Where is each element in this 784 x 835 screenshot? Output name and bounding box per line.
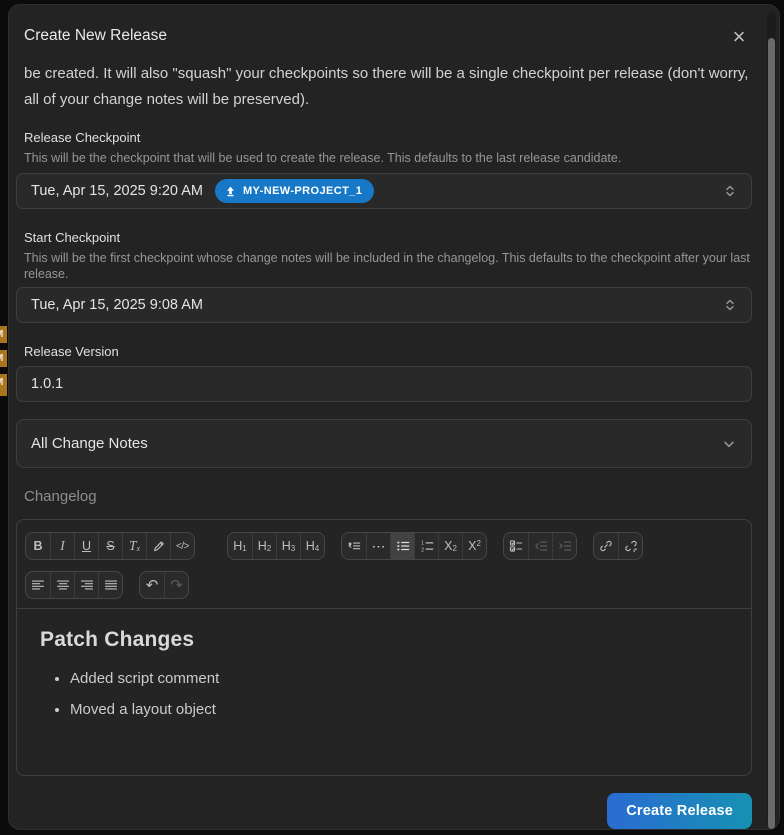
release-arrow-icon <box>224 185 237 198</box>
italic-button[interactable]: I <box>50 533 74 559</box>
changelog-list: Added script comment Moved a layout obje… <box>40 669 729 720</box>
text-format-group: B I U S Tx </> <box>25 532 195 560</box>
dialog-footer: Create Release <box>16 793 752 829</box>
editor-toolbar: B I U S Tx </> H1 H2 H3 <box>17 520 751 608</box>
link-group <box>593 532 643 560</box>
start-checkpoint-select[interactable]: Tue, Apr 15, 2025 9:08 AM <box>16 287 752 323</box>
subscript-button[interactable]: X2 <box>438 533 462 559</box>
heading-4-button[interactable]: H4 <box>300 533 324 559</box>
align-right-icon <box>80 578 94 592</box>
release-checkpoint-description: This will be the checkpoint that will be… <box>16 150 752 166</box>
history-group: ↶ ↷ <box>139 571 189 599</box>
svg-text:1: 1 <box>421 541 424 547</box>
background-badge-fragment: M <box>0 326 7 343</box>
changelog-editor: B I U S Tx </> H1 H2 H3 <box>16 519 752 776</box>
undo-button[interactable]: ↶ <box>140 572 164 598</box>
bullet-list-icon <box>396 539 410 553</box>
svg-text:2: 2 <box>421 547 424 553</box>
horizontal-rule-button[interactable]: ⋯ <box>366 533 390 559</box>
align-center-button[interactable] <box>50 572 74 598</box>
align-left-icon <box>31 578 45 592</box>
ordered-list-icon: 1 2 <box>420 539 434 553</box>
pen-icon <box>152 539 166 553</box>
block-format-group: ⋯ 1 2 X2 X2 <box>341 532 487 560</box>
background-badge-fragment: M <box>0 350 7 367</box>
chevron-up-down-icon <box>723 183 737 199</box>
chevron-down-icon <box>721 436 737 452</box>
ordered-list-button[interactable]: 1 2 <box>414 533 438 559</box>
dialog-title: Create New Release <box>24 27 167 45</box>
changelog-label: Changelog <box>16 488 752 505</box>
bullet-list-button[interactable] <box>390 533 414 559</box>
bold-button[interactable]: B <box>26 533 50 559</box>
screen: { "modal": { "title": "Create New Releas… <box>0 0 784 835</box>
blockquote-button[interactable] <box>342 533 366 559</box>
heading-2-button[interactable]: H2 <box>252 533 276 559</box>
create-release-button[interactable]: Create Release <box>607 793 752 829</box>
align-right-button[interactable] <box>74 572 98 598</box>
align-center-icon <box>56 578 70 592</box>
scrollbar-thumb[interactable] <box>768 38 775 829</box>
heading-1-button[interactable]: H1 <box>228 533 252 559</box>
unlink-icon <box>624 539 638 553</box>
align-justify-button[interactable] <box>98 572 122 598</box>
change-notes-filter-select[interactable]: All Change Notes <box>16 419 752 468</box>
create-new-release-dialog: Create New Release × be created. It will… <box>8 4 780 830</box>
start-checkpoint-label: Start Checkpoint <box>16 230 752 245</box>
strikethrough-button[interactable]: S <box>98 533 122 559</box>
heading-group: H1 H2 H3 H4 <box>227 532 325 560</box>
outdent-icon <box>534 539 548 553</box>
release-checkpoint-label: Release Checkpoint <box>16 130 752 145</box>
start-checkpoint-value: Tue, Apr 15, 2025 9:08 AM <box>31 297 203 313</box>
dialog-header: Create New Release <box>16 27 752 45</box>
release-version-input[interactable] <box>16 366 752 402</box>
changelog-list-item: Moved a layout object <box>70 700 729 720</box>
release-candidate-badge-label: MY-NEW-PROJECT_1 <box>243 185 362 197</box>
link-button[interactable] <box>594 533 618 559</box>
outdent-button[interactable] <box>528 533 552 559</box>
align-justify-icon <box>104 578 118 592</box>
underline-button[interactable]: U <box>74 533 98 559</box>
change-notes-filter-value: All Change Notes <box>31 435 148 452</box>
dialog-description: be created. It will also "squash" your c… <box>16 61 752 113</box>
changelog-list-item: Added script comment <box>70 669 729 689</box>
task-list-button[interactable] <box>504 533 528 559</box>
task-list-icon <box>509 539 523 553</box>
code-button[interactable]: </> <box>170 533 194 559</box>
unlink-button[interactable] <box>618 533 642 559</box>
indent-button[interactable] <box>552 533 576 559</box>
align-group <box>25 571 123 599</box>
chevron-up-down-icon <box>723 297 737 313</box>
release-version-label: Release Version <box>16 344 752 359</box>
blockquote-icon <box>347 539 361 553</box>
release-checkpoint-value: Tue, Apr 15, 2025 9:20 AM <box>31 183 203 199</box>
superscript-button[interactable]: X2 <box>462 533 486 559</box>
changelog-content[interactable]: Patch Changes Added script comment Moved… <box>17 608 751 775</box>
link-icon <box>599 539 613 553</box>
indent-icon <box>558 539 572 553</box>
clear-formatting-button[interactable]: Tx <box>122 533 146 559</box>
align-left-button[interactable] <box>26 572 50 598</box>
changelog-heading: Patch Changes <box>40 628 729 652</box>
release-candidate-badge: MY-NEW-PROJECT_1 <box>215 179 374 203</box>
list-indent-group <box>503 532 577 560</box>
start-checkpoint-description: This will be the first checkpoint whose … <box>16 250 752 282</box>
redo-button[interactable]: ↷ <box>164 572 188 598</box>
background-badge-fragment: M <box>0 374 7 396</box>
release-checkpoint-select[interactable]: Tue, Apr 15, 2025 9:20 AM MY-NEW-PROJECT… <box>16 173 752 209</box>
highlight-button[interactable] <box>146 533 170 559</box>
heading-3-button[interactable]: H3 <box>276 533 300 559</box>
close-icon[interactable]: × <box>727 25 751 49</box>
